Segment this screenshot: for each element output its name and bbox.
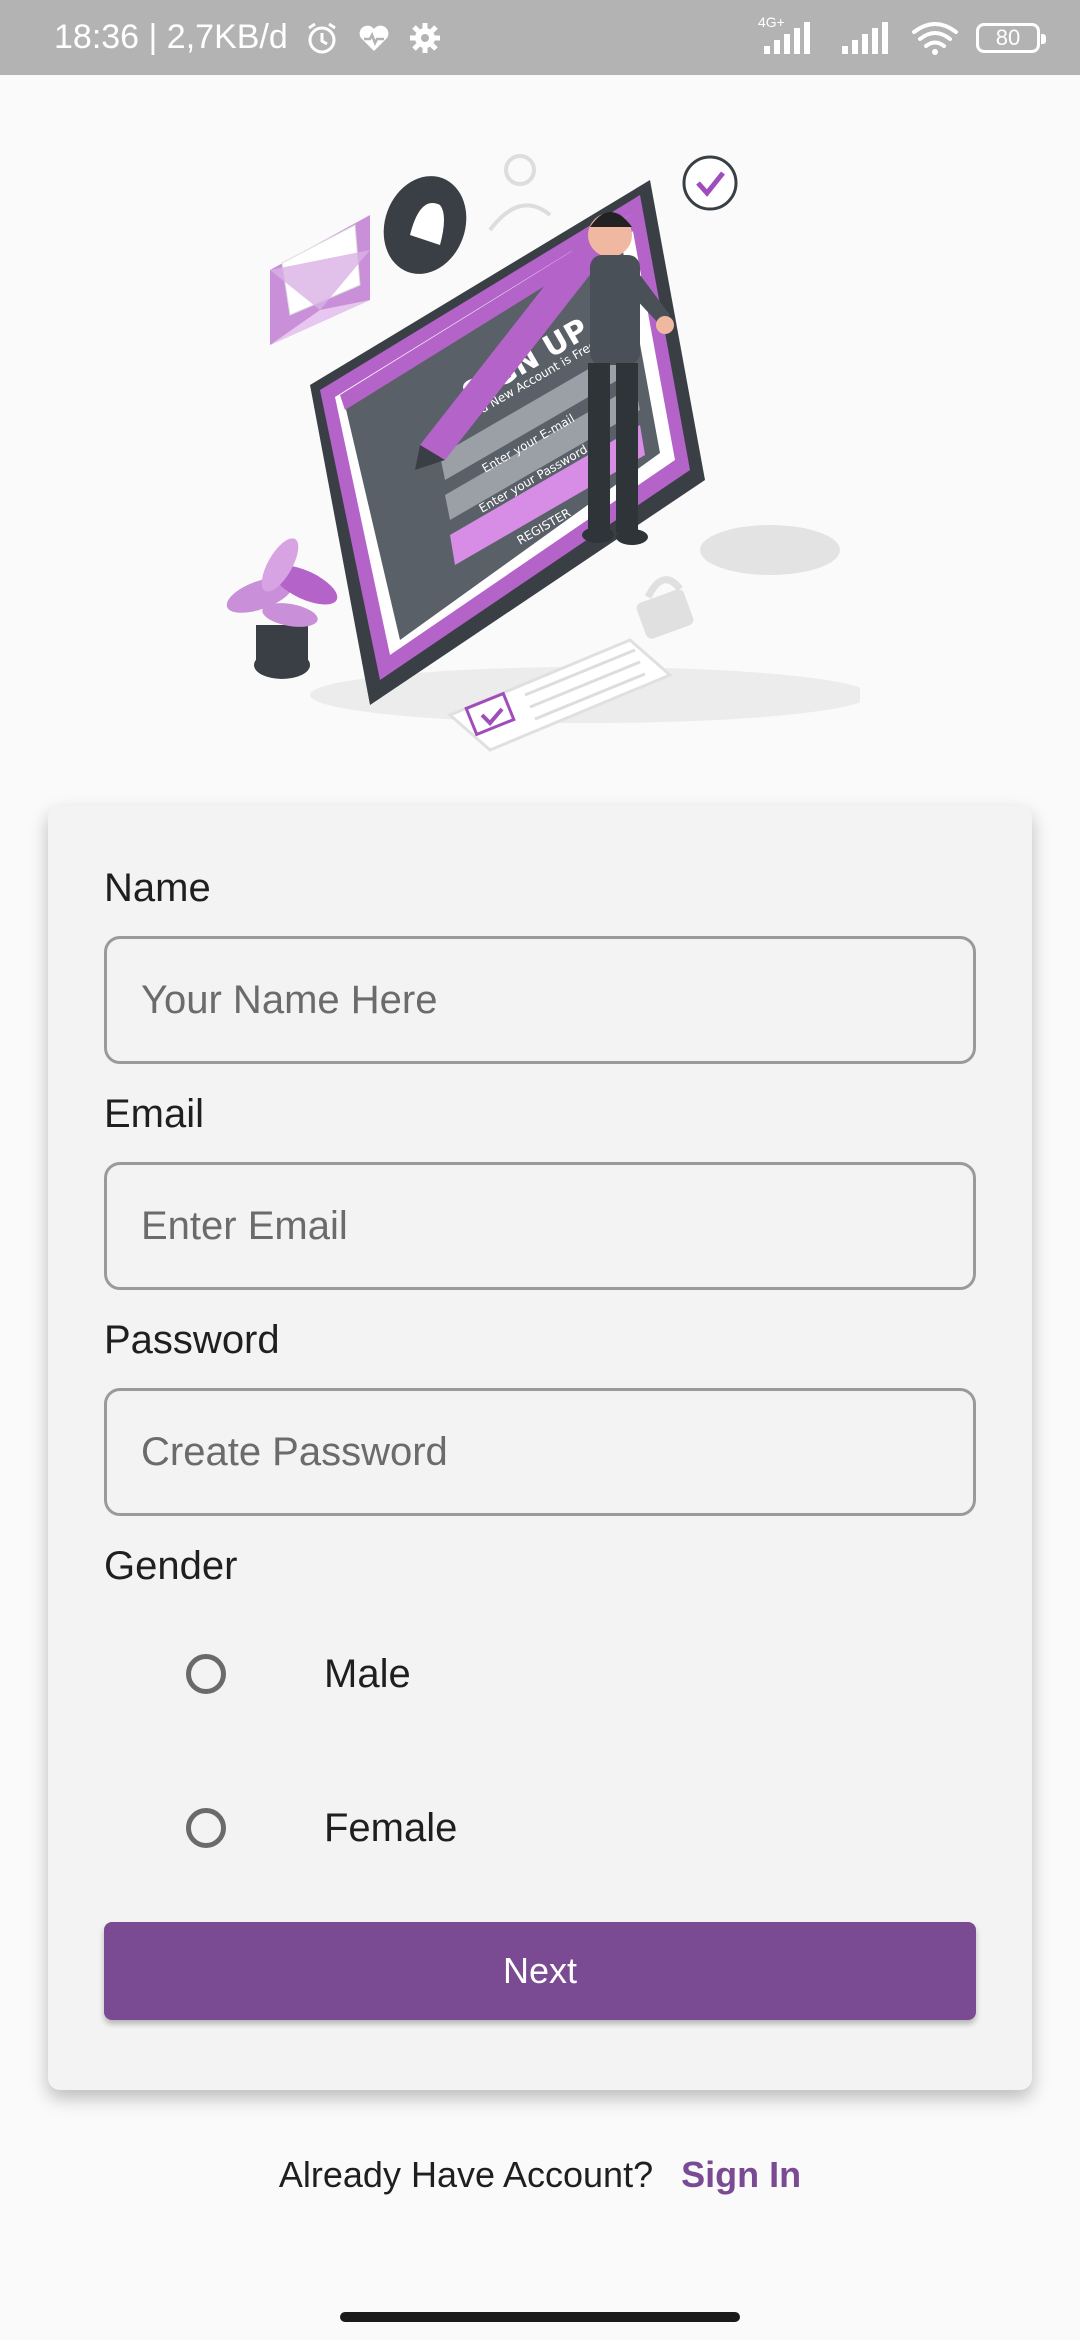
gear-icon (408, 21, 442, 55)
next-button[interactable]: Next (104, 1922, 976, 2020)
radio-circle[interactable] (186, 1654, 226, 1694)
battery-icon: 80 (976, 22, 1046, 53)
alarm-icon (304, 20, 340, 56)
email-input[interactable] (139, 1202, 973, 1250)
name-label: Name (104, 866, 211, 910)
battery-level: 80 (995, 24, 1021, 50)
wifi-icon (910, 20, 960, 56)
status-bar: 18:36 | 2,7KB/d 4G+ 80 (0, 0, 1080, 75)
gender-label: Gender (104, 1544, 238, 1588)
signin-footer: Already Have Account? Sign In (0, 2145, 1080, 2205)
heart-icon (356, 20, 392, 56)
plant-icon (226, 538, 338, 679)
radio-circle[interactable] (186, 1808, 226, 1848)
envelope-icon (270, 215, 370, 345)
lock-icon (636, 576, 694, 639)
signin-link[interactable]: Sign In (681, 2154, 801, 2196)
name-field[interactable] (104, 936, 976, 1064)
email-label: Email (104, 1092, 205, 1136)
signal-icon (840, 20, 894, 56)
signal-icon: 4G+ (758, 14, 824, 56)
radio-male[interactable]: Male (186, 1634, 411, 1714)
password-label: Password (104, 1318, 280, 1362)
password-input[interactable] (139, 1428, 973, 1476)
bell-icon (383, 176, 467, 274)
account-prompt: Already Have Account? (278, 2154, 654, 2195)
status-bar-right: 4G+ 80 (758, 0, 1046, 75)
radio-female[interactable]: Female (186, 1788, 457, 1868)
signup-illustration: SIGN UP Create a New Account is Free Ent… (220, 135, 870, 755)
name-input[interactable] (139, 976, 973, 1024)
check-icon (682, 155, 738, 211)
home-indicator[interactable] (340, 2312, 740, 2322)
status-bar-left: 18:36 | 2,7KB/d (54, 0, 442, 75)
next-button-label: Next (502, 1950, 578, 1991)
radio-male-label: Male (324, 1651, 411, 1696)
status-time-speed: 18:36 | 2,7KB/d (54, 18, 288, 56)
user-icon (488, 154, 552, 232)
email-field[interactable] (104, 1162, 976, 1290)
radio-female-label: Female (324, 1805, 458, 1850)
network-type-label: 4G+ (758, 13, 785, 30)
password-field[interactable] (104, 1388, 976, 1516)
